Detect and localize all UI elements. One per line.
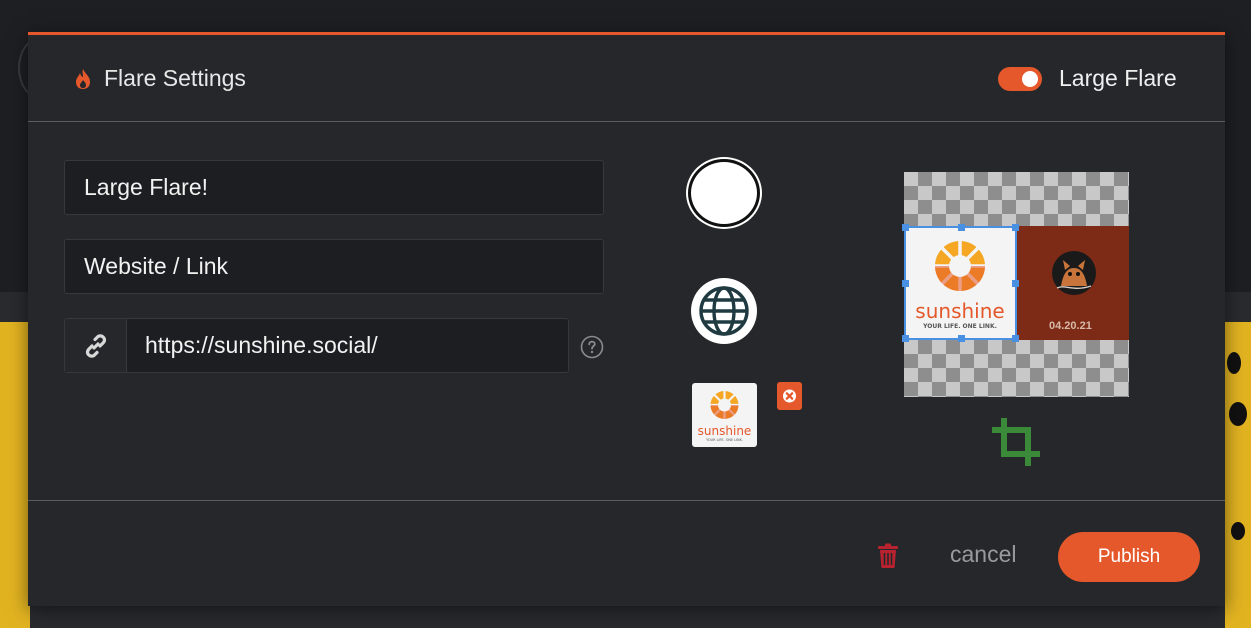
image-crop-preview[interactable]: sunshine YOUR LIFE. ONE LINK. 04.20.21 — [902, 172, 1129, 397]
publish-button[interactable]: Publish — [1058, 532, 1200, 582]
crop-handle[interactable] — [902, 224, 909, 231]
flare-settings-modal: Flare Settings Large Flare Large Flare! … — [28, 32, 1225, 606]
link-addon — [65, 319, 127, 372]
modal-title: Flare Settings — [104, 65, 246, 91]
toggle-knob — [1022, 71, 1038, 87]
close-icon[interactable] — [777, 382, 802, 410]
flame-icon — [76, 69, 90, 89]
crop-icon[interactable] — [992, 418, 1040, 466]
crop-selection[interactable] — [902, 224, 1019, 342]
help-icon[interactable] — [580, 335, 604, 359]
large-flare-toggle[interactable] — [998, 67, 1042, 91]
footer-divider — [28, 500, 1225, 501]
crop-handle[interactable] — [1012, 224, 1019, 231]
crop-handle[interactable] — [1012, 335, 1019, 342]
trash-icon[interactable] — [877, 543, 899, 569]
flare-thumbnail[interactable]: sunshine YOUR LIFE. ONE LINK. — [692, 383, 757, 447]
large-flare-label: Large Flare — [1059, 65, 1177, 91]
flare-title-value: Large Flare! — [84, 174, 209, 200]
url-input-group[interactable]: https://sunshine.social/ — [64, 318, 569, 373]
background-panel-right — [1225, 322, 1251, 628]
flare-type-select[interactable]: Website / Link — [64, 239, 604, 294]
cancel-button[interactable]: cancel — [950, 541, 1016, 568]
link-icon — [85, 334, 107, 358]
flare-title-input[interactable]: Large Flare! — [64, 160, 604, 215]
color-circle-button[interactable] — [688, 159, 760, 227]
thumb-tagline: YOUR LIFE. ONE LINK. — [706, 438, 743, 442]
crop-handle[interactable] — [902, 335, 909, 342]
sunshine-logo: sunshine YOUR LIFE. ONE LINK. — [698, 390, 752, 442]
modal-header: Flare Settings Large Flare — [28, 35, 1225, 122]
preview-date: 04.20.21 — [1049, 320, 1092, 332]
crop-handle[interactable] — [902, 280, 909, 287]
crop-handle[interactable] — [958, 224, 965, 231]
flare-type-value: Website / Link — [84, 253, 229, 279]
thumb-brand: sunshine — [698, 424, 752, 438]
crop-handle[interactable] — [958, 335, 965, 342]
background-panel-left — [0, 322, 30, 628]
globe-icon[interactable] — [690, 277, 758, 345]
crop-handle[interactable] — [1012, 280, 1019, 287]
preview-avatar — [1052, 251, 1096, 295]
url-value: https://sunshine.social/ — [145, 332, 378, 358]
